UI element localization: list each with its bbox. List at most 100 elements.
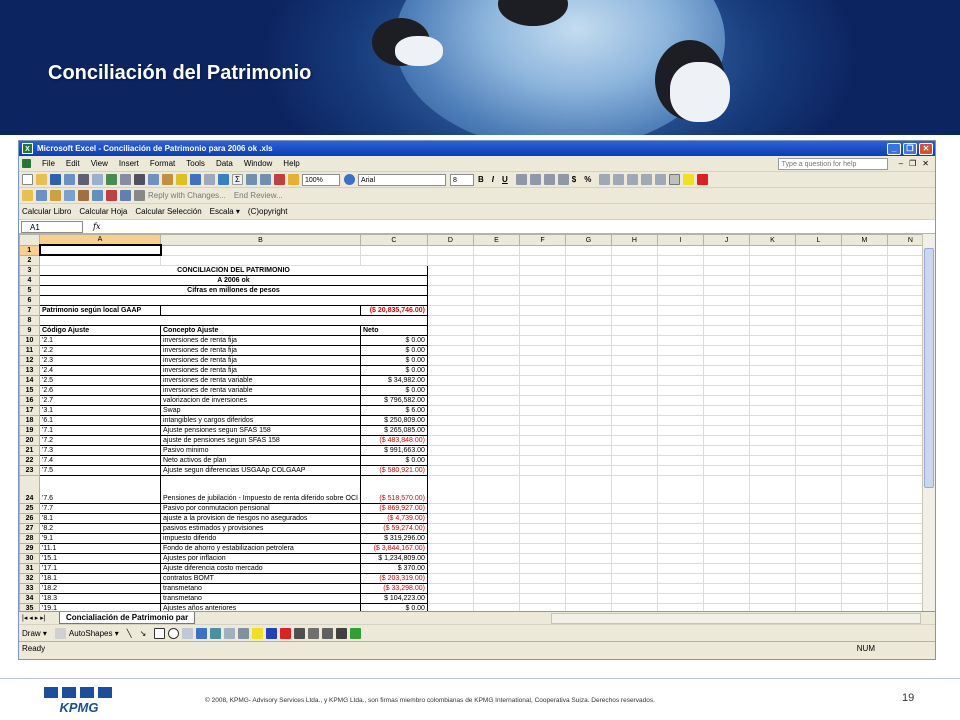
3d-style-icon[interactable]: [350, 627, 362, 639]
cell[interactable]: [610, 404, 658, 416]
neto-cell[interactable]: $ 0.00: [359, 603, 428, 611]
close-button[interactable]: ✕: [919, 142, 933, 155]
row-header[interactable]: 28: [19, 533, 40, 545]
cell[interactable]: [426, 334, 474, 346]
cell[interactable]: [518, 284, 566, 296]
concepto-cell[interactable]: ajuste a la provision de riesgos no aseg…: [160, 513, 361, 525]
cell[interactable]: [748, 374, 796, 386]
codigo-cell[interactable]: '6.1: [39, 414, 161, 426]
cell[interactable]: [518, 274, 566, 286]
reviewing-icon[interactable]: [106, 190, 117, 201]
codigo-cell[interactable]: '15.1: [39, 553, 161, 565]
cell[interactable]: [472, 543, 520, 555]
cell[interactable]: [702, 404, 750, 416]
print-preview-icon[interactable]: [92, 174, 103, 185]
column-header-l[interactable]: L: [794, 234, 842, 246]
cell[interactable]: [748, 434, 796, 446]
cell[interactable]: [702, 324, 750, 336]
cell[interactable]: [610, 274, 658, 286]
cell[interactable]: [656, 503, 704, 515]
cell[interactable]: [656, 474, 704, 505]
header-concepto[interactable]: Concepto Ajuste: [160, 324, 361, 336]
neto-cell[interactable]: $ 796,582.00: [359, 394, 428, 406]
cell[interactable]: [794, 543, 842, 555]
cell[interactable]: [702, 334, 750, 346]
comma-style-icon[interactable]: [599, 174, 611, 185]
draw-menu[interactable]: Draw ▾: [22, 629, 47, 638]
new-icon[interactable]: [22, 174, 33, 185]
cell[interactable]: [656, 354, 704, 366]
cell[interactable]: [610, 414, 658, 426]
cell[interactable]: [748, 264, 796, 276]
cell[interactable]: [656, 254, 704, 266]
cell[interactable]: [794, 454, 842, 466]
cell[interactable]: [564, 603, 612, 611]
column-header-a[interactable]: A: [39, 234, 161, 246]
cell[interactable]: [610, 533, 658, 545]
cell[interactable]: [840, 354, 888, 366]
cell[interactable]: [702, 444, 750, 456]
cell[interactable]: [610, 424, 658, 436]
align-right-icon[interactable]: [543, 174, 555, 185]
column-header-m[interactable]: M: [840, 234, 888, 246]
neto-cell[interactable]: ($ 59,274.00): [359, 523, 428, 535]
cell[interactable]: [656, 583, 704, 595]
row-header[interactable]: 17: [19, 404, 40, 416]
cell[interactable]: [359, 244, 428, 256]
autosum-icon[interactable]: Σ: [232, 174, 243, 185]
concepto-cell[interactable]: inversiones de renta variable: [160, 384, 361, 396]
codigo-cell[interactable]: '2.7: [39, 394, 161, 406]
cell[interactable]: [472, 563, 520, 575]
cell[interactable]: [656, 324, 704, 336]
cell[interactable]: [472, 414, 520, 426]
codigo-cell[interactable]: '9.1: [39, 533, 161, 545]
menu-data[interactable]: Data: [216, 159, 233, 168]
cell[interactable]: [748, 304, 796, 316]
cell[interactable]: [794, 384, 842, 396]
cell[interactable]: [518, 543, 566, 555]
cell[interactable]: [518, 454, 566, 466]
cell[interactable]: [656, 304, 704, 316]
cell[interactable]: [472, 244, 520, 256]
codigo-cell[interactable]: '7.6: [39, 474, 161, 505]
neto-cell[interactable]: ($ 580,921.00): [359, 464, 428, 476]
copy-icon[interactable]: [148, 174, 159, 185]
cell[interactable]: [426, 394, 474, 406]
concepto-cell[interactable]: Pasivo por conmutacion pensional: [160, 503, 361, 515]
increase-indent-icon[interactable]: [655, 174, 667, 185]
neto-cell[interactable]: $ 265,085.00: [359, 424, 428, 436]
cell[interactable]: [794, 583, 842, 595]
cell[interactable]: [748, 414, 796, 426]
concepto-cell[interactable]: ajuste de pensiones segun SFAS 158: [160, 434, 361, 446]
cell[interactable]: [748, 244, 796, 256]
spelling-icon[interactable]: [106, 174, 117, 185]
cell[interactable]: [702, 264, 750, 276]
concepto-cell[interactable]: intangibles y cargos diferidos: [160, 414, 361, 426]
cell[interactable]: [702, 593, 750, 605]
codigo-cell[interactable]: '18.2: [39, 583, 161, 595]
format-painter-icon[interactable]: [176, 174, 187, 185]
cell[interactable]: [794, 394, 842, 406]
cell[interactable]: [840, 334, 888, 346]
cell[interactable]: [518, 583, 566, 595]
cell[interactable]: [794, 294, 842, 306]
cell[interactable]: [794, 474, 842, 505]
undo-icon[interactable]: [190, 174, 201, 185]
neto-cell[interactable]: $ 0.00: [359, 344, 428, 356]
cell[interactable]: [39, 314, 428, 326]
cell[interactable]: [748, 344, 796, 356]
row-header[interactable]: 24: [19, 474, 40, 505]
cell[interactable]: [518, 444, 566, 456]
diagram-icon[interactable]: [210, 627, 222, 639]
cell[interactable]: [610, 543, 658, 555]
escala-menu[interactable]: Escala ▾: [210, 207, 240, 216]
cell[interactable]: [794, 314, 842, 326]
cell[interactable]: [840, 254, 888, 266]
neto-cell[interactable]: ($ 203,319.00): [359, 573, 428, 585]
row-header[interactable]: 11: [19, 344, 40, 356]
restore-button[interactable]: ❐: [903, 142, 917, 155]
cell[interactable]: [656, 563, 704, 575]
column-header-i[interactable]: I: [656, 234, 704, 246]
cell[interactable]: [472, 294, 520, 306]
menu-tools[interactable]: Tools: [186, 159, 205, 168]
